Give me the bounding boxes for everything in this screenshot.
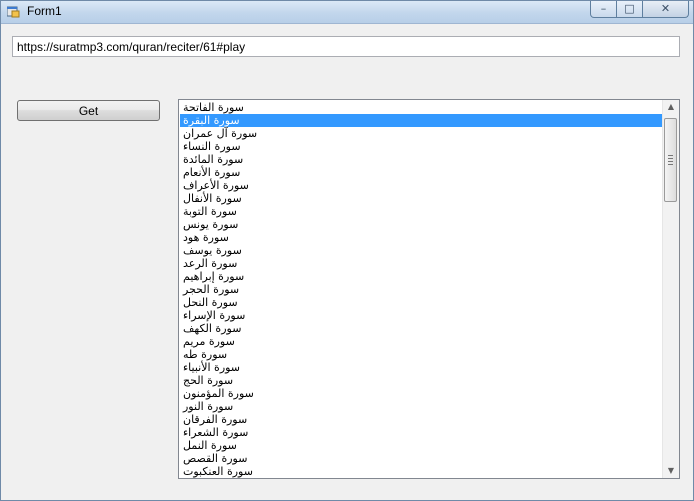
list-item[interactable]: سورة الفرقان — [180, 413, 662, 426]
list-item[interactable]: سورة الأعراف — [180, 179, 662, 192]
list-item[interactable]: سورة النمل — [180, 439, 662, 452]
list-item[interactable]: سورة النور — [180, 400, 662, 413]
list-item[interactable]: سورة المؤمنون — [180, 387, 662, 400]
surah-list: سورة الفاتحة سورة البقرة سورة آل عمران سورة… — [180, 101, 662, 478]
list-item[interactable]: سورة يونس — [180, 218, 662, 231]
close-icon: ✕ — [660, 2, 671, 15]
list-item[interactable]: سورة الأنفال — [180, 192, 662, 205]
list-item[interactable]: سورة الأنعام — [180, 166, 662, 179]
vertical-scrollbar[interactable]: ▲ ▼ — [662, 100, 679, 478]
list-item[interactable]: سورة إبراهيم — [180, 270, 662, 283]
window-title: Form1 — [27, 4, 62, 18]
list-item[interactable]: سورة آل عمران — [180, 127, 662, 140]
list-item[interactable]: سورة البقرة — [180, 114, 662, 127]
minimize-icon: – — [600, 2, 607, 15]
url-input[interactable] — [12, 36, 680, 57]
minimize-button[interactable]: – — [590, 1, 617, 18]
scroll-down-arrow-icon[interactable]: ▼ — [664, 464, 678, 478]
list-item[interactable]: سورة المائدة — [180, 153, 662, 166]
list-item[interactable]: سورة طه — [180, 348, 662, 361]
surah-listbox[interactable]: سورة الفاتحة سورة البقرة سورة آل عمران سورة… — [178, 99, 680, 479]
list-item[interactable]: سورة الحج — [180, 374, 662, 387]
list-item[interactable]: سورة الحجر — [180, 283, 662, 296]
list-item[interactable]: سورة القصص — [180, 452, 662, 465]
list-item[interactable]: سورة الرعد — [180, 257, 662, 270]
close-button[interactable]: ✕ — [642, 1, 689, 18]
list-item[interactable]: سورة الكهف — [180, 322, 662, 335]
winforms-app-icon — [7, 6, 20, 18]
list-item[interactable]: سورة الشعراء — [180, 426, 662, 439]
list-item[interactable]: سورة النحل — [180, 296, 662, 309]
list-item[interactable]: سورة يوسف — [180, 244, 662, 257]
maximize-icon: □ — [624, 2, 635, 15]
title-bar[interactable]: Form1 – □ ✕ — [1, 1, 693, 24]
list-item[interactable]: سورة التوبة — [180, 205, 662, 218]
list-item[interactable]: سورة الأنبياء — [180, 361, 662, 374]
scrollbar-thumb[interactable] — [664, 118, 677, 202]
maximize-button[interactable]: □ — [616, 1, 643, 18]
scroll-up-arrow-icon[interactable]: ▲ — [664, 100, 678, 114]
list-item[interactable]: سورة هود — [180, 231, 662, 244]
get-button[interactable]: Get — [17, 100, 160, 121]
form1-window: Form1 – □ ✕ Get سورة الفاتحةسورة البقرةس… — [0, 0, 694, 501]
list-item[interactable]: سورة مريم — [180, 335, 662, 348]
list-item[interactable]: سورة العنكبوت — [180, 465, 662, 478]
list-item[interactable]: سورة الإسراء — [180, 309, 662, 322]
list-item[interactable]: سورة النساء — [180, 140, 662, 153]
list-item[interactable]: سورة الفاتحة — [180, 101, 662, 114]
